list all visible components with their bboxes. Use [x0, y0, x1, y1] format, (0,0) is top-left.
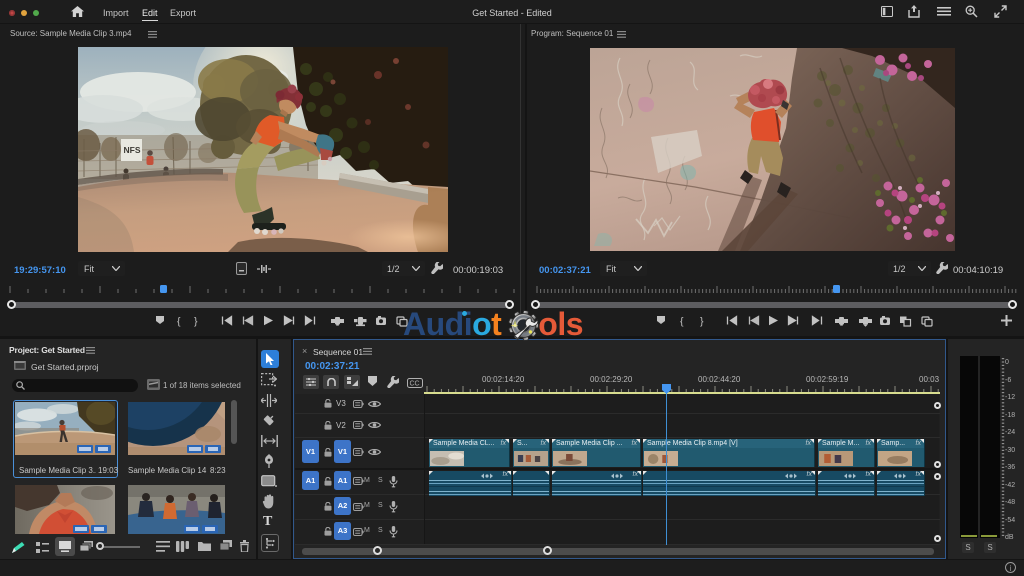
- svg-text:CC: CC: [410, 381, 420, 388]
- svg-text:}: }: [700, 316, 704, 328]
- svg-text:{: {: [680, 316, 684, 328]
- svg-text:}: }: [194, 316, 198, 328]
- svg-text:{: {: [177, 316, 181, 328]
- svg-text:NFS: NFS: [124, 145, 141, 155]
